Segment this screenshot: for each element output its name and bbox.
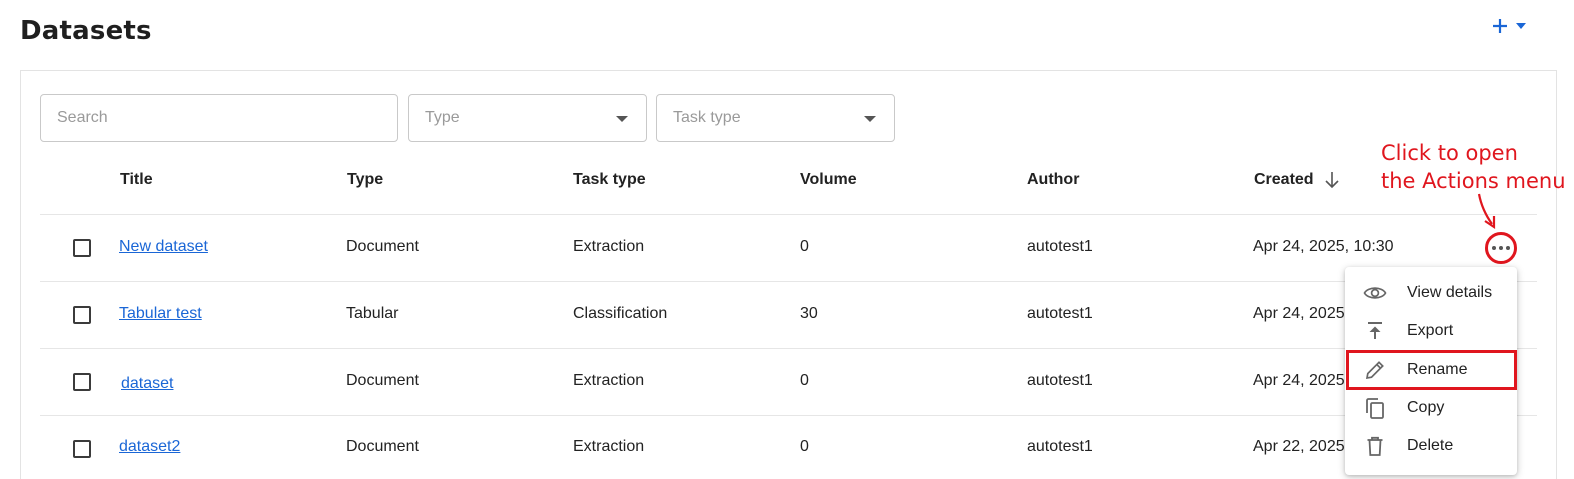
dataset-title-link[interactable]: New dataset [119,237,208,257]
dataset-task-type: Extraction [573,238,645,255]
dataset-task-type: Extraction [573,438,645,455]
add-dataset-menu-button[interactable] [1492,18,1526,34]
actions-menu: View details Export Rename Copy Delete [1345,267,1517,475]
menu-item-view-details[interactable]: View details [1345,274,1517,312]
column-header-created[interactable]: Created [1254,171,1340,189]
column-header-volume[interactable]: Volume [800,171,857,189]
dataset-author: autotest1 [1027,372,1093,389]
dot [1499,246,1503,250]
export-icon [1368,322,1382,339]
column-header-title[interactable]: Title [120,171,153,189]
menu-item-delete[interactable]: Delete [1345,427,1517,465]
column-header-task-type[interactable]: Task type [573,171,646,189]
row-divider [40,348,1537,349]
menu-item-label: Copy [1407,399,1445,416]
menu-item-copy[interactable]: Copy [1345,389,1517,427]
dataset-type: Document [346,438,419,455]
menu-item-export[interactable]: Export [1345,312,1517,350]
dataset-title-link[interactable]: Tabular test [119,304,202,324]
dot [1506,246,1510,250]
annotation-arrow-icon [1477,193,1496,230]
dataset-author: autotest1 [1027,305,1093,322]
annotation-callout: Click to open the Actions menu [1381,139,1571,195]
menu-item-rename[interactable]: Rename [1345,351,1517,389]
menu-item-label: View details [1407,284,1493,301]
row-checkbox[interactable] [73,373,91,391]
row-divider [40,415,1537,416]
row-actions-button[interactable] [1485,232,1517,264]
caret-down-icon [616,116,628,122]
row-divider [40,214,1537,215]
dataset-volume: 30 [800,305,818,322]
menu-item-label: Export [1407,322,1454,339]
annotation-line-2: the Actions menu [1381,169,1566,193]
pencil-icon [1365,361,1384,380]
dataset-volume: 0 [800,238,809,255]
row-checkbox[interactable] [73,306,91,324]
dataset-volume: 0 [800,438,809,455]
task-type-select[interactable]: Task type [656,94,895,142]
dataset-author: autotest1 [1027,438,1093,455]
dataset-task-type: Extraction [573,372,645,389]
trash-icon [1367,436,1383,456]
dataset-created: Apr 24, 2025, 10:30 [1253,238,1394,255]
column-header-author[interactable]: Author [1027,171,1079,189]
dataset-volume: 0 [800,372,809,389]
search-placeholder: Search [57,109,108,126]
annotation-line-1: Click to open [1381,141,1518,165]
dataset-type: Document [346,238,419,255]
task-type-placeholder: Task type [673,109,741,126]
type-select[interactable]: Type [408,94,647,142]
row-checkbox[interactable] [73,239,91,257]
menu-item-label: Rename [1407,361,1468,378]
dataset-author: autotest1 [1027,238,1093,255]
arrow-down-icon [1325,172,1339,189]
row-divider [40,281,1537,282]
dataset-task-type: Classification [573,305,668,322]
dataset-title-link[interactable]: dataset [121,374,173,394]
row-checkbox[interactable] [73,440,91,458]
type-placeholder: Type [425,109,460,126]
page-title: Datasets [20,16,152,46]
dataset-created: Apr 24, 2025 [1253,305,1345,322]
caret-down-icon [1516,23,1526,29]
search-input[interactable]: Search [40,94,398,142]
menu-item-label: Delete [1407,437,1454,454]
plus-icon [1493,19,1507,33]
dataset-created: Apr 24, 2025 [1253,372,1345,389]
dataset-title-link[interactable]: dataset2 [119,437,180,457]
dataset-type: Tabular [346,305,399,322]
dot [1492,246,1496,250]
dataset-created: Apr 22, 2025 [1253,438,1345,455]
column-header-created-label: Created [1254,171,1314,188]
column-header-type[interactable]: Type [347,171,383,189]
dataset-type: Document [346,372,419,389]
copy-icon [1366,398,1384,419]
eye-icon [1363,287,1387,299]
caret-down-icon [864,116,876,122]
